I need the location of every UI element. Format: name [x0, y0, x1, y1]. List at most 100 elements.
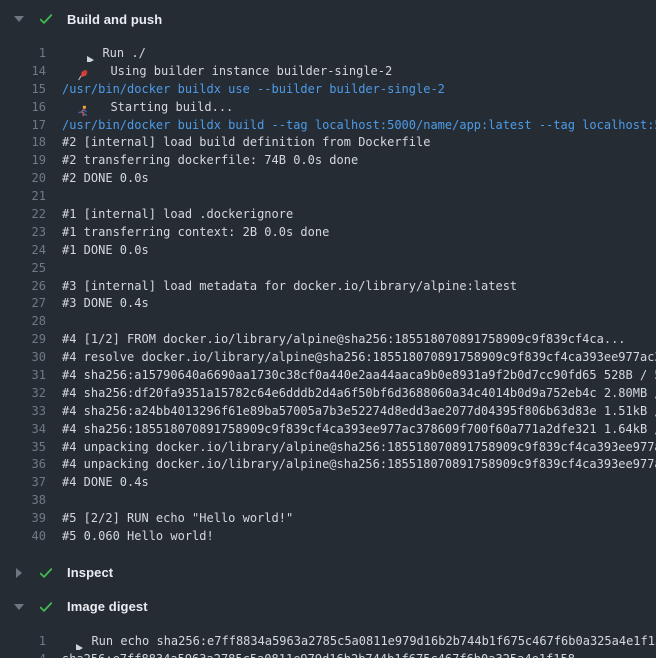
- line-text: /usr/bin/docker buildx use --builder bui…: [62, 82, 445, 96]
- line-number[interactable]: 20: [0, 171, 46, 185]
- section-title: Inspect: [67, 565, 113, 580]
- chevron-down-icon: [12, 16, 26, 22]
- section-lines: 1 Run ./ 14 Using builder instance build…: [0, 34, 656, 554]
- line-content: #2 transferring dockerfile: 74B 0.0s don…: [62, 153, 358, 167]
- section-lines: 1 Run echo sha256:e7ff8834a5963a2785c5a0…: [0, 622, 656, 658]
- line-text: /usr/bin/docker buildx build --tag local…: [62, 118, 656, 132]
- log-line: 28: [0, 312, 656, 330]
- line-content: #4 resolve docker.io/library/alpine@sha2…: [62, 350, 656, 364]
- line-number[interactable]: 24: [0, 243, 46, 257]
- line-content: Run echo sha256:e7ff8834a5963a2785c5a081…: [62, 632, 656, 650]
- line-number[interactable]: 29: [0, 332, 46, 346]
- line-number[interactable]: 33: [0, 404, 46, 418]
- line-number[interactable]: 22: [0, 207, 46, 221]
- line-text: Starting build...: [110, 100, 233, 114]
- line-number[interactable]: 16: [0, 100, 46, 114]
- line-content: Using builder instance builder-single-2: [62, 62, 392, 80]
- section-title: Image digest: [67, 599, 148, 614]
- log-line: 29 #4 [1/2] FROM docker.io/library/alpin…: [0, 330, 656, 348]
- line-number[interactable]: 1: [0, 634, 46, 648]
- line-number[interactable]: 40: [0, 529, 46, 543]
- line-number[interactable]: 36: [0, 457, 46, 471]
- log-line: 32 #4 sha256:df20fa9351a15782c64e6dddb2d…: [0, 384, 656, 402]
- line-text: #5 [2/2] RUN echo "Hello world!": [62, 511, 293, 525]
- log-line: 31 #4 sha256:a15790640a6690aa1730c38cf0a…: [0, 366, 656, 384]
- line-number[interactable]: 37: [0, 475, 46, 489]
- pushpin-icon: [76, 69, 90, 79]
- log-line: 21: [0, 187, 656, 205]
- chevron-right-icon: [12, 568, 26, 578]
- line-content: #3 DONE 0.4s: [62, 296, 149, 310]
- play-arrow-icon[interactable]: [76, 644, 83, 650]
- log-line: 24 #1 DONE 0.0s: [0, 241, 656, 259]
- line-text: #2 DONE 0.0s: [62, 171, 149, 185]
- section-header[interactable]: Image digest: [0, 588, 656, 622]
- line-content: #1 [internal] load .dockerignore: [62, 207, 293, 221]
- line-content: /usr/bin/docker buildx build --tag local…: [62, 118, 656, 132]
- log-line: 27 #3 DONE 0.4s: [0, 294, 656, 312]
- line-content: sha256:e7ff8834a5963a2785c5a0811e979d16b…: [62, 652, 575, 658]
- line-text: #1 [internal] load .dockerignore: [62, 207, 293, 221]
- line-text: #1 transferring context: 2B 0.0s done: [62, 225, 329, 239]
- log-line[interactable]: 1 Run ./: [0, 44, 656, 62]
- success-check-icon: [38, 599, 54, 615]
- line-content: #4 unpacking docker.io/library/alpine@sh…: [62, 457, 656, 471]
- line-number[interactable]: 30: [0, 350, 46, 364]
- line-number[interactable]: 32: [0, 386, 46, 400]
- line-number[interactable]: 27: [0, 296, 46, 310]
- line-number[interactable]: 26: [0, 279, 46, 293]
- log-line: 15 /usr/bin/docker buildx use --builder …: [0, 80, 656, 98]
- log-line: 25: [0, 259, 656, 277]
- line-text: #4 unpacking docker.io/library/alpine@sh…: [62, 440, 656, 454]
- line-content: #4 DONE 0.4s: [62, 475, 149, 489]
- log-line: 37 #4 DONE 0.4s: [0, 473, 656, 491]
- log-line[interactable]: 1 Run echo sha256:e7ff8834a5963a2785c5a0…: [0, 632, 656, 650]
- success-check-icon: [38, 11, 54, 27]
- line-content: #3 [internal] load metadata for docker.i…: [62, 279, 517, 293]
- line-number[interactable]: 18: [0, 135, 46, 149]
- log-line: 34 #4 sha256:185518070891758909c9f839cf4…: [0, 420, 656, 438]
- log-line: 23 #1 transferring context: 2B 0.0s done: [0, 223, 656, 241]
- line-number[interactable]: 39: [0, 511, 46, 525]
- line-content: /usr/bin/docker buildx use --builder bui…: [62, 82, 445, 96]
- line-number[interactable]: 23: [0, 225, 46, 239]
- line-text: #3 [internal] load metadata for docker.i…: [62, 279, 517, 293]
- line-content: Starting build...: [62, 98, 233, 116]
- log-line: 30 #4 resolve docker.io/library/alpine@s…: [0, 348, 656, 366]
- log-line: 40 #5 0.060 Hello world!: [0, 527, 656, 545]
- line-number[interactable]: 28: [0, 314, 46, 328]
- log-line: 19 #2 transferring dockerfile: 74B 0.0s …: [0, 151, 656, 169]
- section-header[interactable]: Inspect: [0, 554, 656, 588]
- line-text: sha256:e7ff8834a5963a2785c5a0811e979d16b…: [62, 652, 575, 658]
- line-number[interactable]: 31: [0, 368, 46, 382]
- line-number[interactable]: 21: [0, 189, 46, 203]
- line-text: #4 unpacking docker.io/library/alpine@sh…: [62, 457, 656, 471]
- log-line: 18 #2 [internal] load build definition f…: [0, 133, 656, 151]
- sections: Build and push 1 Run ./ 14 Using builder…: [0, 0, 656, 658]
- line-text: #2 [internal] load build definition from…: [62, 135, 430, 149]
- line-text: Run echo sha256:e7ff8834a5963a2785c5a081…: [91, 634, 656, 648]
- line-content: Run ./: [62, 44, 146, 62]
- line-number[interactable]: 34: [0, 422, 46, 436]
- line-content: #4 [1/2] FROM docker.io/library/alpine@s…: [62, 332, 626, 346]
- line-content: #4 sha256:185518070891758909c9f839cf4ca3…: [62, 422, 656, 436]
- log-section-build-and-push: Build and push 1 Run ./ 14 Using builder…: [0, 0, 656, 554]
- line-text: #4 sha256:df20fa9351a15782c64e6dddb2d4a6…: [62, 386, 656, 400]
- line-content: #5 0.060 Hello world!: [62, 529, 214, 543]
- line-number[interactable]: 15: [0, 82, 46, 96]
- line-number[interactable]: 1: [0, 46, 46, 60]
- line-content: #4 unpacking docker.io/library/alpine@sh…: [62, 440, 656, 454]
- line-number[interactable]: 35: [0, 440, 46, 454]
- line-number[interactable]: 38: [0, 493, 46, 507]
- line-text: Run ./: [102, 46, 145, 60]
- line-number[interactable]: 17: [0, 118, 46, 132]
- chevron-down-icon: [12, 604, 26, 610]
- line-number[interactable]: 4: [0, 652, 46, 658]
- runner-icon: [76, 105, 90, 115]
- line-number[interactable]: 19: [0, 153, 46, 167]
- line-content: #1 DONE 0.0s: [62, 243, 149, 257]
- line-number[interactable]: 25: [0, 261, 46, 275]
- log-line: 4 sha256:e7ff8834a5963a2785c5a0811e979d1…: [0, 650, 656, 658]
- line-number[interactable]: 14: [0, 64, 46, 78]
- section-header[interactable]: Build and push: [0, 0, 656, 34]
